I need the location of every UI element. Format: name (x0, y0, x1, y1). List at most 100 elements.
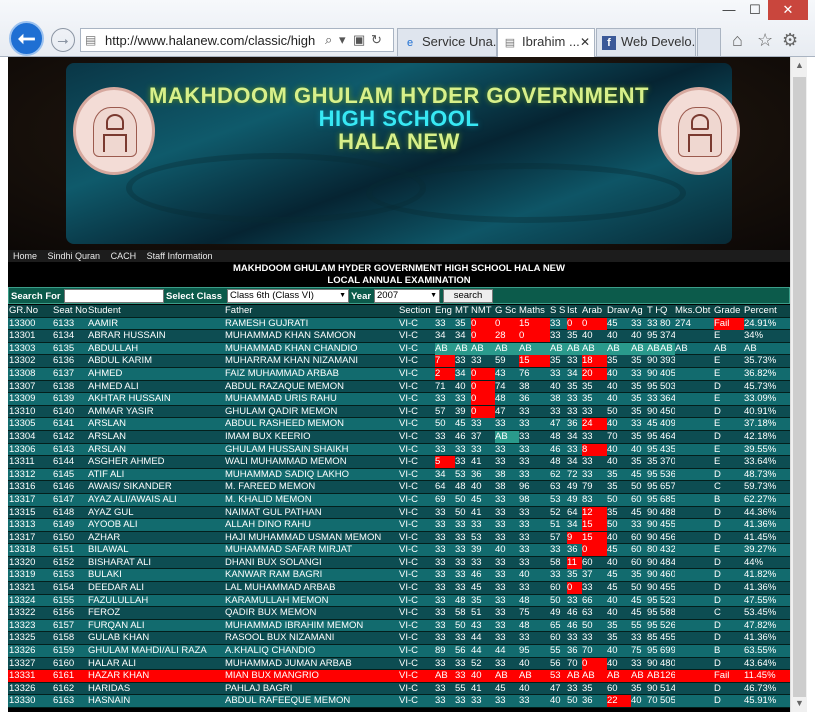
table-cell: 33 (471, 519, 482, 531)
class-select[interactable]: Class 6th (Class VI) ▼ (227, 289, 349, 303)
table-cell: 45 (471, 582, 482, 594)
lock-icon[interactable]: ▣ (353, 32, 365, 48)
table-cell (675, 632, 714, 644)
table-cell: 0 (471, 393, 495, 406)
table-cell: HAJI MUHAMMAD USMAN MEMON (225, 531, 382, 543)
table-cell: 6158 (53, 632, 75, 644)
table-cell: VI-C (399, 493, 418, 505)
table-cell: 33 (567, 632, 578, 644)
table-row: 13306 6143 ARSLAN GHULAM HUSSAIN SHAIKH VI-C… (8, 443, 790, 457)
scroll-up-icon[interactable]: ▲ (791, 57, 808, 74)
scroll-thumb[interactable] (793, 77, 806, 697)
table-cell: 40 (607, 367, 618, 379)
table-row: 13308 6137 AHMED FAIZ MUHAMMAD ARBAB VI-C 2 34… (8, 367, 790, 381)
table-cell: RAMESH GUJRATI (225, 317, 309, 329)
close-tab-icon[interactable]: ✕ (580, 29, 590, 55)
table-cell: D (714, 380, 721, 392)
table-cell: AB (567, 342, 582, 355)
table-cell: 13317 (9, 531, 36, 543)
table-cell: GHULAM MAHDI/ALI RAZA (88, 645, 207, 657)
table-cell: AB (435, 342, 455, 355)
address-bar[interactable]: ▤ http://www.halanew.com/classic/highscl… (80, 28, 394, 52)
table-cell: 6144 (53, 456, 75, 468)
table-cell: 50 (455, 506, 466, 518)
table-header: GR.No Seat No Student Father Section Eng MT NMT… (8, 305, 790, 318)
table-cell: 65 (550, 619, 561, 631)
search-input[interactable] (64, 289, 164, 303)
table-row: 13310 6140 AMMAR YASIR GHULAM QADIR MEMON VI… (8, 405, 790, 419)
table-row: 13307 6138 AHMED ALI ABDUL RAZAQUE MEMON VI-… (8, 380, 790, 394)
table-cell: 36 (567, 645, 578, 657)
table-cell: 13311 (9, 456, 35, 468)
table-cell: VI-C (399, 556, 418, 568)
table-cell: 33 (519, 556, 530, 568)
table-cell: 40 (607, 594, 618, 606)
table-cell: AHMED ALI (88, 380, 139, 392)
column-header: GR.No (9, 305, 39, 316)
url-text[interactable]: http://www.halanew.com/classic/highscl (105, 33, 315, 48)
table-cell: VI-C (399, 582, 418, 594)
table-cell: 6160 (53, 657, 75, 669)
tab-ibrahim[interactable]: ▤ Ibrahim ... ✕ (497, 28, 595, 57)
back-button[interactable]: ⭠ (9, 21, 44, 56)
table-cell: 51 (471, 607, 482, 619)
nav-cach[interactable]: CACH (111, 251, 137, 261)
vertical-scrollbar[interactable]: ▲ ▼ (790, 57, 807, 712)
table-cell: ARSLAN (88, 430, 127, 442)
table-cell: AB (607, 670, 620, 682)
table-cell: 62.27% (744, 493, 777, 505)
table-cell: 15 (519, 355, 550, 368)
minimize-button[interactable]: — (716, 0, 742, 20)
table-cell: 35 (607, 468, 618, 480)
table-cell: 95 (647, 493, 658, 505)
table-cell: VI-C (399, 317, 418, 329)
table-cell: 33 (631, 632, 642, 644)
scroll-down-icon[interactable]: ▼ (791, 695, 808, 712)
maximize-button[interactable]: ☐ (742, 0, 768, 20)
settings-gear-icon[interactable]: ⚙ (782, 30, 798, 51)
table-cell: ABDUL RASHEED MEMON (225, 418, 344, 430)
table-cell: ASGHER AHMED (88, 456, 165, 468)
table-cell: 0 (471, 405, 495, 418)
refresh-icon[interactable]: ↻ (371, 32, 382, 48)
table-cell (675, 393, 714, 405)
table-cell: 95 (647, 594, 658, 606)
table-cell: 33 (550, 317, 561, 329)
table-cell: 48 (550, 430, 561, 442)
nav-sindhi-quran[interactable]: Sindhi Quran (48, 251, 101, 261)
table-cell: 13312 (9, 468, 36, 480)
table-cell: 409 (660, 418, 675, 430)
tab-web-developer[interactable]: f Web Develo... (596, 28, 696, 56)
table-cell: BILAWAL (88, 544, 129, 556)
table-cell: ARSLAN (88, 443, 127, 455)
table-cell: 514 (660, 682, 675, 694)
dropdown-icon[interactable]: ▾ (339, 32, 346, 48)
table-cell: 13315 (9, 506, 36, 518)
column-header: MT (455, 305, 469, 316)
table-cell: 13330 (9, 695, 36, 707)
table-cell: AB (582, 342, 607, 355)
home-icon[interactable]: ⌂ (732, 30, 743, 51)
tab-service-unavailable[interactable]: e Service Una... (397, 28, 497, 56)
search-button[interactable]: search (443, 289, 493, 303)
new-tab-button[interactable] (697, 28, 721, 56)
year-select[interactable]: 2007 ▼ (374, 289, 440, 303)
table-cell: AZHAR (88, 531, 121, 543)
table-cell: 90 (647, 355, 658, 367)
close-window-button[interactable]: ✕ (768, 0, 808, 20)
table-cell: 13303 (9, 342, 36, 354)
forward-button[interactable]: ⭢ (51, 28, 75, 52)
favorites-star-icon[interactable]: ☆ (757, 30, 773, 51)
table-cell: AB (660, 342, 675, 355)
column-header: T H (647, 305, 660, 316)
table-cell: VI-C (399, 443, 418, 455)
table-cell: 40 (495, 544, 506, 556)
table-cell: 33 (495, 531, 506, 543)
table-cell: 6148 (53, 506, 75, 518)
table-row: 13304 6142 ARSLAN IMAM BUX KEERIO VI-C 33 46 37… (8, 430, 790, 444)
nav-home[interactable]: Home (13, 251, 37, 261)
table-cell: 33 (519, 430, 530, 442)
search-icon[interactable]: ⌕ (325, 32, 332, 48)
nav-staff-information[interactable]: Staff Information (147, 251, 213, 261)
table-cell: D (714, 582, 721, 594)
